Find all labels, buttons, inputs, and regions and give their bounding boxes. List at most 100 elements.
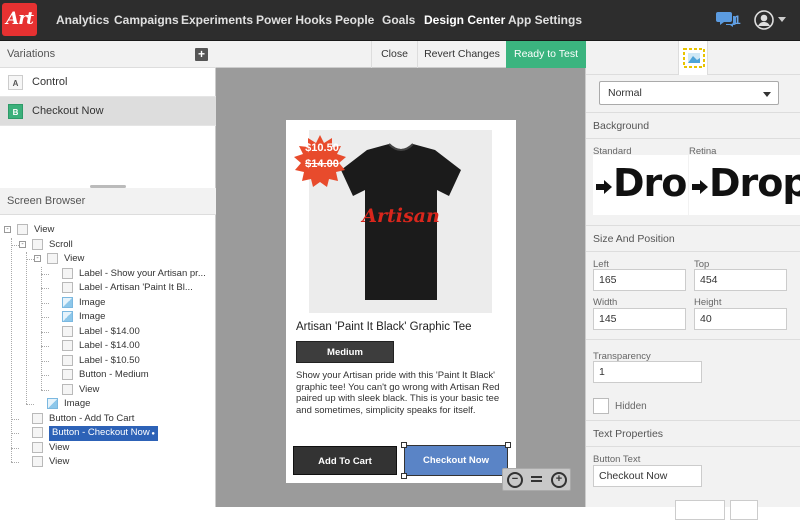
selected-dot-icon: ● [149, 431, 155, 437]
zoom-reset-icon[interactable] [531, 473, 542, 485]
tree-node-label: Label - $10.50 [79, 354, 140, 366]
zoom-controls: − + [502, 468, 571, 491]
user-avatar-icon[interactable] [754, 10, 774, 30]
tab-image-properties[interactable] [678, 41, 708, 75]
standard-image-drop[interactable]: Drop [593, 155, 688, 215]
close-button[interactable]: Close [371, 41, 417, 68]
zoom-out-icon[interactable]: − [507, 472, 523, 488]
top-input[interactable]: 454 [694, 269, 787, 291]
tree-connector [11, 462, 19, 463]
resize-handle[interactable] [401, 442, 407, 448]
button-icon [32, 427, 43, 438]
text-properties-section-header: Text Properties [586, 420, 800, 447]
left-input[interactable]: 165 [593, 269, 686, 291]
screen-browser-title: Screen Browser [7, 195, 86, 207]
nav-goals[interactable]: Goals [382, 0, 415, 41]
variation-badge: A [8, 75, 23, 90]
tree-node-label: Button - Add To Cart [49, 412, 135, 424]
tree-node-label: Image [79, 311, 106, 322]
state-dropdown-value: Normal [608, 87, 642, 99]
nav-campaigns[interactable]: Campaigns [114, 0, 179, 41]
hidden-label: Hidden [615, 401, 647, 412]
tree-node-label: Scroll [49, 238, 73, 250]
tree-connector [26, 259, 34, 260]
label-icon [62, 325, 73, 337]
nav-design-center[interactable]: Design Center [424, 0, 505, 41]
preview-canvas: Close Revert Changes Ready to Test Artis… [216, 41, 586, 507]
tree-connector [41, 273, 49, 275]
app-logo[interactable]: Art [2, 3, 37, 36]
variations-header: Variations + [0, 41, 216, 68]
scroll-icon [32, 238, 43, 250]
font-color-input[interactable] [730, 500, 758, 520]
variation-checkout-now[interactable]: B Checkout Now [0, 97, 216, 126]
transparency-input[interactable]: 1 [593, 361, 702, 383]
tree-node-label: Button - Checkout Now ● [49, 426, 158, 441]
image-icon [62, 296, 73, 308]
view-icon [32, 456, 43, 467]
shirt-brand-text: Artisan [360, 205, 440, 227]
tree-node-label: Label - $14.00 [79, 340, 140, 351]
tree-node-label: Image [79, 296, 106, 308]
tree-connector [41, 375, 49, 376]
nav-app-settings[interactable]: App Settings [508, 0, 582, 41]
variation-control[interactable]: A Control [0, 68, 216, 97]
nav-people[interactable]: People [335, 0, 374, 41]
ready-to-test-button[interactable]: Ready to Test [506, 41, 586, 68]
tree-connector [41, 288, 49, 289]
messages-count[interactable]: 1 [734, 13, 741, 27]
label-icon [62, 354, 73, 366]
resize-handle[interactable] [505, 442, 511, 448]
arrow-right-icon [596, 180, 612, 194]
tree-node-label: Label - $14.00 [79, 325, 140, 337]
resize-handle[interactable] [401, 473, 407, 479]
product-title-label[interactable]: Artisan 'Paint It Black' Graphic Tee [296, 321, 471, 333]
label-icon [62, 340, 73, 351]
revert-changes-button[interactable]: Revert Changes [417, 41, 506, 68]
nav-experiments[interactable]: Experiments [181, 0, 253, 41]
tree-connector [26, 404, 34, 405]
button-text-label: Button Text [593, 454, 641, 465]
tree-node-label: View [34, 224, 55, 235]
background-section-header: Background [586, 112, 800, 139]
drop-text: Drop [709, 161, 800, 205]
add-variation-button[interactable]: + [195, 48, 208, 61]
left-panel: Variations + A Control B Checkout Now Sc… [0, 41, 216, 507]
tree-node-label: View [49, 456, 70, 467]
tree-collapse-icon[interactable]: - [4, 226, 11, 233]
nav-analytics[interactable]: Analytics [56, 0, 109, 41]
price-current-label[interactable]: $10.50 [302, 142, 342, 154]
tree-connector [11, 447, 19, 449]
width-input[interactable]: 145 [593, 308, 686, 330]
variations-title: Variations [7, 48, 56, 60]
arrow-right-icon [692, 180, 708, 194]
height-input[interactable]: 40 [694, 308, 787, 330]
state-dropdown[interactable]: Normal [599, 81, 779, 105]
button-text-input[interactable]: Checkout Now [593, 465, 702, 487]
price-original-label[interactable]: $14.00 [302, 158, 342, 170]
tree-node-label: View [49, 441, 70, 453]
image-icon [62, 311, 73, 322]
tree-connector [41, 360, 49, 362]
add-to-cart-button[interactable]: Add To Cart [293, 446, 397, 475]
tree-node-label: Label - Artisan 'Paint It Bl... [79, 282, 193, 293]
properties-tabs [586, 41, 800, 75]
nav-power-hooks[interactable]: Power Hooks [256, 0, 332, 41]
tree-connector [41, 266, 42, 390]
size-medium-button[interactable]: Medium [296, 341, 394, 363]
divider [586, 339, 800, 340]
tree-collapse-icon[interactable]: - [34, 255, 41, 262]
tree-connector [41, 331, 49, 333]
product-description-label[interactable]: Show your Artisan pride with this 'Paint… [296, 370, 508, 416]
font-size-input[interactable] [675, 500, 725, 520]
selection-outline [401, 442, 511, 479]
messages-icon[interactable] [716, 11, 736, 27]
chevron-down-icon[interactable] [778, 17, 786, 22]
top-nav-bar: Art Analytics Campaigns Experiments Powe… [0, 0, 800, 41]
retina-image-drop[interactable]: Drop [689, 155, 800, 215]
tree-connector [11, 418, 19, 420]
label-icon [62, 282, 73, 293]
zoom-in-icon[interactable]: + [551, 472, 567, 488]
tree-collapse-icon[interactable]: - [19, 240, 26, 248]
hidden-checkbox[interactable] [593, 398, 609, 414]
